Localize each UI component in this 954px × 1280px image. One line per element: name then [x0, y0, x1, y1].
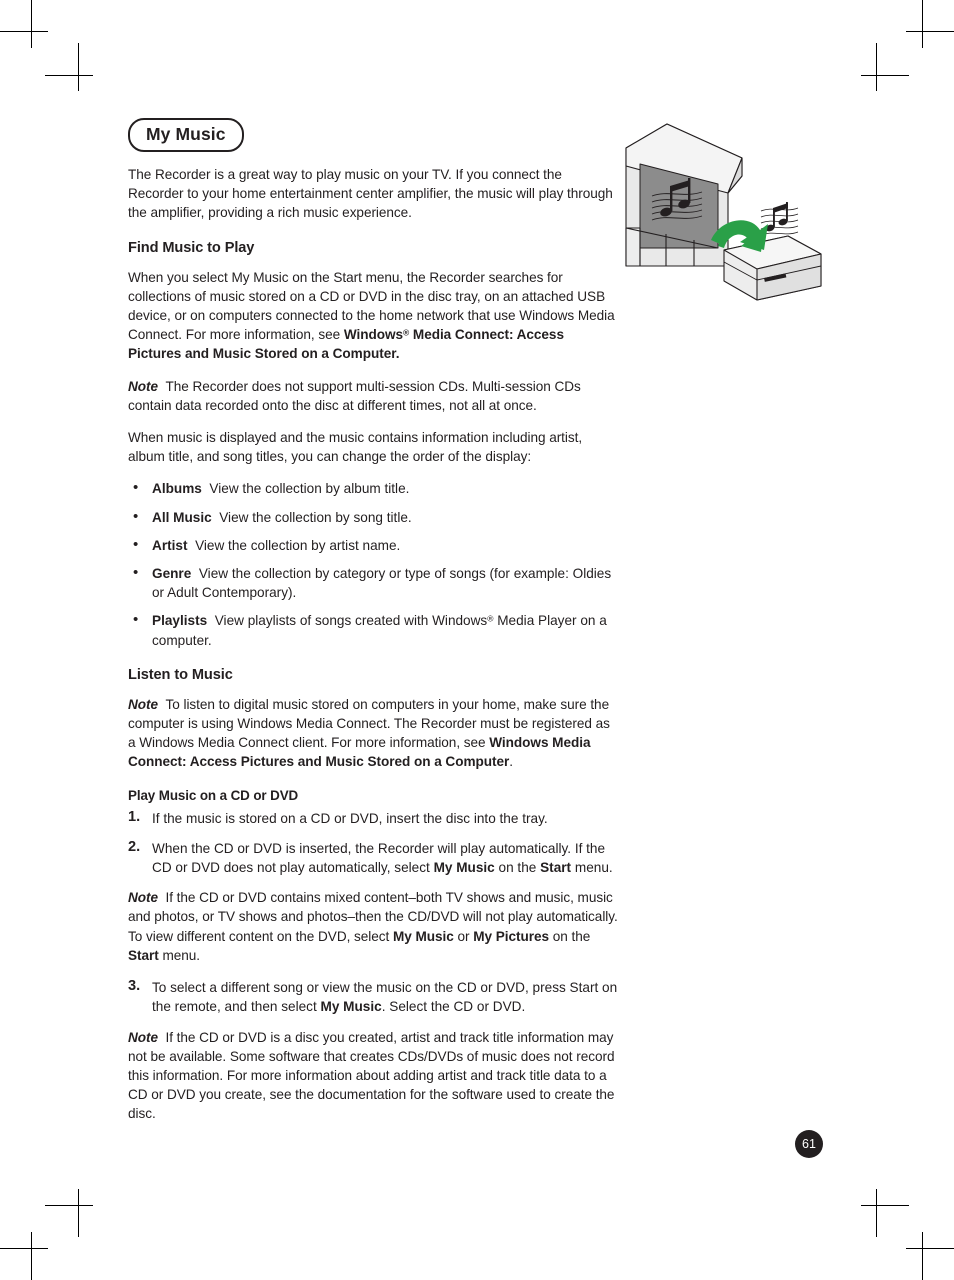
step-number-2: 2. — [128, 838, 141, 855]
list-item-playlists: Playlists View playlists of songs create… — [128, 610, 618, 649]
bullet-desc-artist: View the collection by artist name. — [195, 537, 401, 553]
step-3-post: . Select the CD or DVD. — [381, 999, 526, 1015]
bullet-term-genre: Genre — [152, 566, 192, 582]
trim-mark-bottom-left-h — [45, 1205, 93, 1207]
note-label: Note — [128, 378, 159, 394]
play-steps-list: 1. If the music is stored on a CD or DVD,… — [128, 809, 618, 878]
note2-bold-my-music: My Music — [393, 928, 454, 944]
list-item-all-music: All Music View the collection by song ti… — [128, 507, 618, 527]
bullet-desc-playlists-pre: View playlists of songs created with Win… — [214, 613, 488, 629]
heading-find-music-to-play: Find Music to Play — [128, 239, 255, 256]
note2-bold-my-pictures: My Pictures — [473, 928, 550, 944]
page-content: My Music The Recorder is a great way to … — [128, 118, 828, 1178]
trim-mark-bottom-left-v — [78, 1189, 80, 1237]
bullet-term-all-music: All Music — [152, 509, 212, 525]
step-2-mid: on the — [494, 860, 541, 876]
note-text: The Recorder does not support multi-sess… — [128, 378, 581, 413]
note-label-3: Note — [128, 890, 159, 906]
subheading-play-music-cd-dvd: Play Music on a CD or DVD — [128, 787, 299, 803]
step-2-post: menu. — [571, 860, 613, 876]
bullet-term-albums: Albums — [152, 481, 202, 497]
crop-mark-bottom-right-v — [922, 1232, 924, 1280]
bullet-desc-albums: View the collection by album title. — [209, 481, 410, 497]
step-number-1: 1. — [128, 808, 141, 825]
note-text-post: . — [509, 754, 513, 770]
view-options-list: Albums View the collection by album titl… — [128, 478, 618, 649]
text-column: My Music The Recorder is a great way to … — [128, 118, 618, 1137]
trim-mark-top-right-v — [876, 43, 878, 91]
crop-mark-top-right-h — [906, 31, 954, 33]
step-2-bold-my-music: My Music — [433, 860, 495, 876]
step-1: 1. If the music is stored on a CD or DVD,… — [128, 809, 618, 828]
note-mixed-content: Note If the CD or DVD contains mixed con… — [128, 888, 618, 965]
note-label-2: Note — [128, 696, 159, 712]
page-title: My Music — [128, 118, 244, 152]
trim-mark-bottom-right-h — [861, 1205, 909, 1207]
crop-mark-bottom-left-h — [0, 1248, 48, 1250]
bullet-term-artist: Artist — [152, 537, 188, 553]
reference-windows: Windows — [343, 327, 404, 343]
trim-mark-top-right-h — [861, 75, 909, 77]
bullet-desc-genre: View the collection by category or type … — [152, 566, 612, 601]
step-2-bold-start: Start — [540, 860, 572, 876]
tv-recorder-illustration — [625, 123, 822, 301]
intro-paragraph: The Recorder is a great way to play musi… — [128, 167, 613, 221]
bullet-term-playlists: Playlists — [152, 613, 208, 629]
note3-text: If the CD or DVD is a disc you created, … — [128, 1029, 615, 1122]
crop-mark-bottom-right-h — [906, 1248, 954, 1250]
trim-mark-bottom-right-v — [876, 1189, 878, 1237]
page-number: 61 — [795, 1130, 823, 1158]
note-disc-you-created: Note If the CD or DVD is a disc you crea… — [128, 1028, 618, 1124]
bullet-desc-all-music: View the collection by song title. — [219, 509, 412, 525]
play-steps-list-continued: 3. To select a different song or view the… — [128, 978, 618, 1016]
note2-post: menu. — [158, 947, 200, 963]
heading-listen-to-music: Listen to Music — [128, 666, 233, 683]
note-media-connect: Note To listen to digital music stored o… — [128, 695, 618, 772]
step-number-3: 3. — [128, 978, 141, 995]
crop-mark-bottom-left-v — [31, 1232, 33, 1280]
list-item-genre: Genre View the collection by category or… — [128, 563, 618, 602]
find-music-paragraph: When you select My Music on the Start me… — [128, 268, 618, 364]
step-3: 3. To select a different song or view the… — [128, 978, 618, 1016]
step-2: 2. When the CD or DVD is inserted, the Re… — [128, 839, 618, 877]
list-item-artist: Artist View the collection by artist nam… — [128, 535, 618, 555]
note-label-4: Note — [128, 1029, 159, 1045]
note2-mid: or — [453, 928, 474, 944]
order-paragraph: When music is displayed and the music co… — [128, 430, 583, 465]
step-text-1: If the music is stored on a CD or DVD, i… — [152, 810, 548, 826]
step-3-bold-my-music: My Music — [320, 999, 382, 1015]
note2-mid2: on the — [549, 928, 591, 944]
crop-mark-top-left-h — [0, 31, 48, 33]
trim-mark-top-left-h — [45, 75, 93, 77]
crop-mark-top-left-v — [31, 0, 33, 48]
note-multisession: Note The Recorder does not support multi… — [128, 377, 618, 415]
list-item-albums: Albums View the collection by album titl… — [128, 478, 618, 498]
note2-bold-start: Start — [128, 947, 159, 963]
crop-mark-top-right-v — [922, 0, 924, 48]
trim-mark-top-left-v — [78, 43, 80, 91]
